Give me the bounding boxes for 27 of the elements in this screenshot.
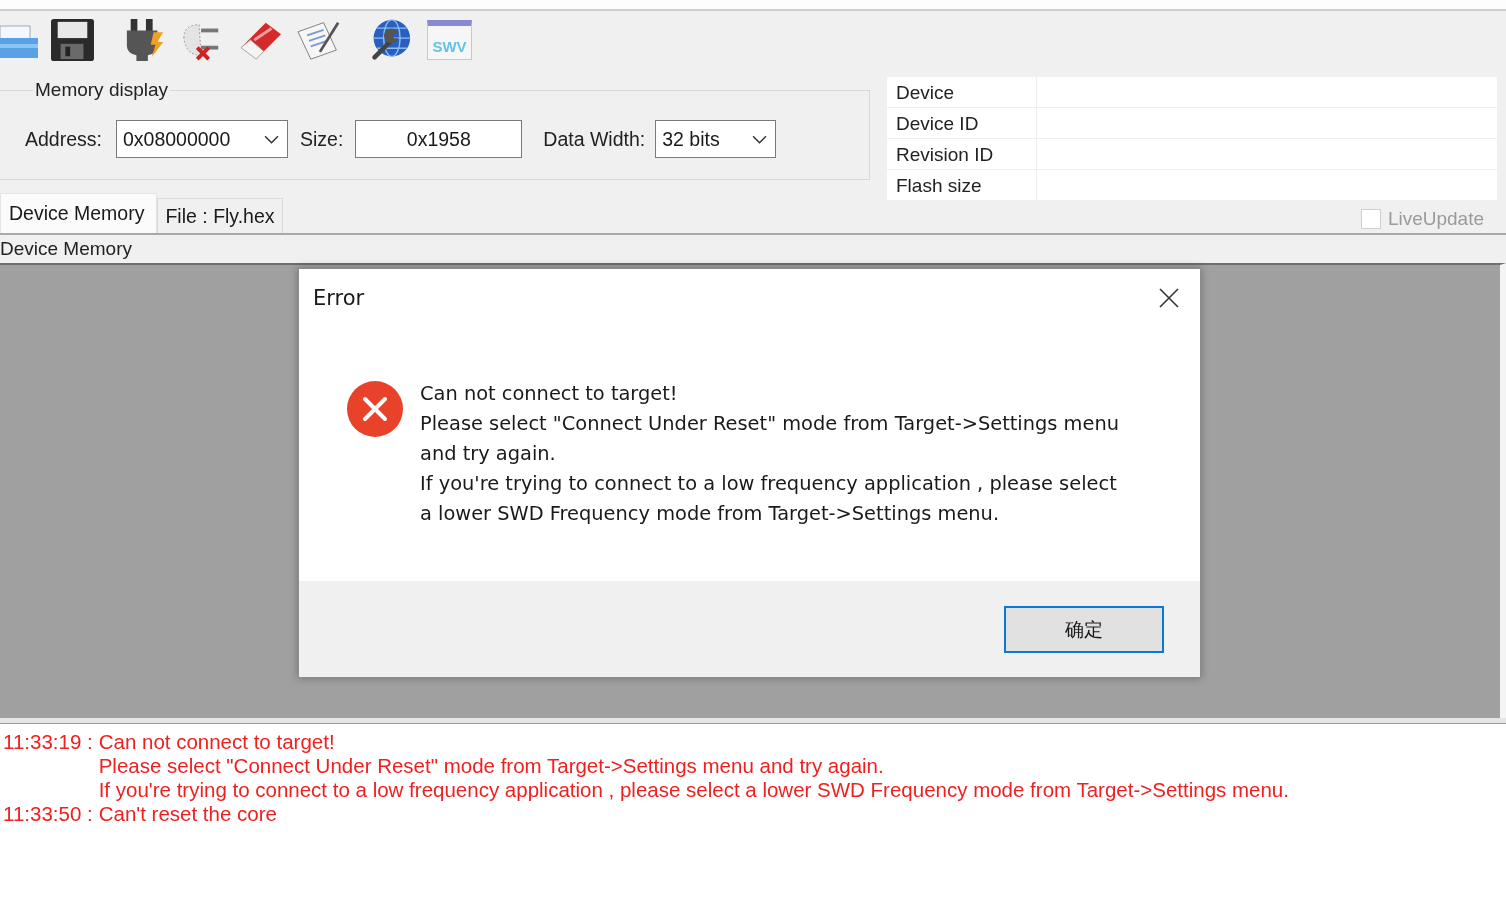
table-cell: Device ID bbox=[887, 108, 1037, 138]
chevron-down-icon bbox=[752, 134, 768, 144]
error-icon bbox=[347, 381, 403, 437]
log-timestamp: 11:33:19 : bbox=[3, 730, 93, 755]
log-timestamp: 11:33:50 : bbox=[3, 802, 93, 826]
dialog-title: Error bbox=[313, 286, 365, 310]
table-cell: Flash size bbox=[887, 170, 1037, 200]
dialog-message: Can not connect to target! Please select "Connect Under Reset" mode from Target->Settings menu and try again. If you're trying to connect to a low frequency application , please select a lower SWD Frequency mode from Target->Settings menu. bbox=[420, 381, 1119, 527]
data-width-label: Data Width: bbox=[543, 127, 646, 151]
plug-icon[interactable] bbox=[124, 18, 166, 61]
data-width-dropdown[interactable]: 32 bits bbox=[655, 120, 777, 158]
log-message: Can not connect to target! Please select "Connect Under Reset" mode from Target->Settings menu and try again. If you're trying to connect to a low frequency application , please select a lower SWD Frequency mode from Target->Settings menu. bbox=[98, 730, 1289, 802]
ok-button[interactable]: 确定 bbox=[1004, 606, 1164, 653]
tab[interactable]: Device Memory bbox=[0, 193, 158, 233]
tab[interactable]: File : Fly.hex bbox=[157, 198, 283, 233]
size-input[interactable]: 0x1958 bbox=[355, 120, 523, 158]
table-cell: Device bbox=[887, 77, 1037, 107]
log-message: Can't reset the core bbox=[98, 802, 277, 826]
chevron-down-icon bbox=[263, 134, 279, 144]
size-label: Size: bbox=[299, 127, 344, 151]
group-title: Memory display bbox=[34, 78, 170, 102]
close-icon[interactable] bbox=[1159, 288, 1179, 308]
pane-title: Device Memory bbox=[0, 238, 132, 260]
address-dropdown[interactable]: 0x08000000 bbox=[115, 120, 288, 158]
table-cell: Revision ID bbox=[887, 139, 1037, 169]
address-label: Address: bbox=[25, 127, 102, 151]
checkbox-label: LiveUpdate bbox=[1387, 208, 1484, 230]
